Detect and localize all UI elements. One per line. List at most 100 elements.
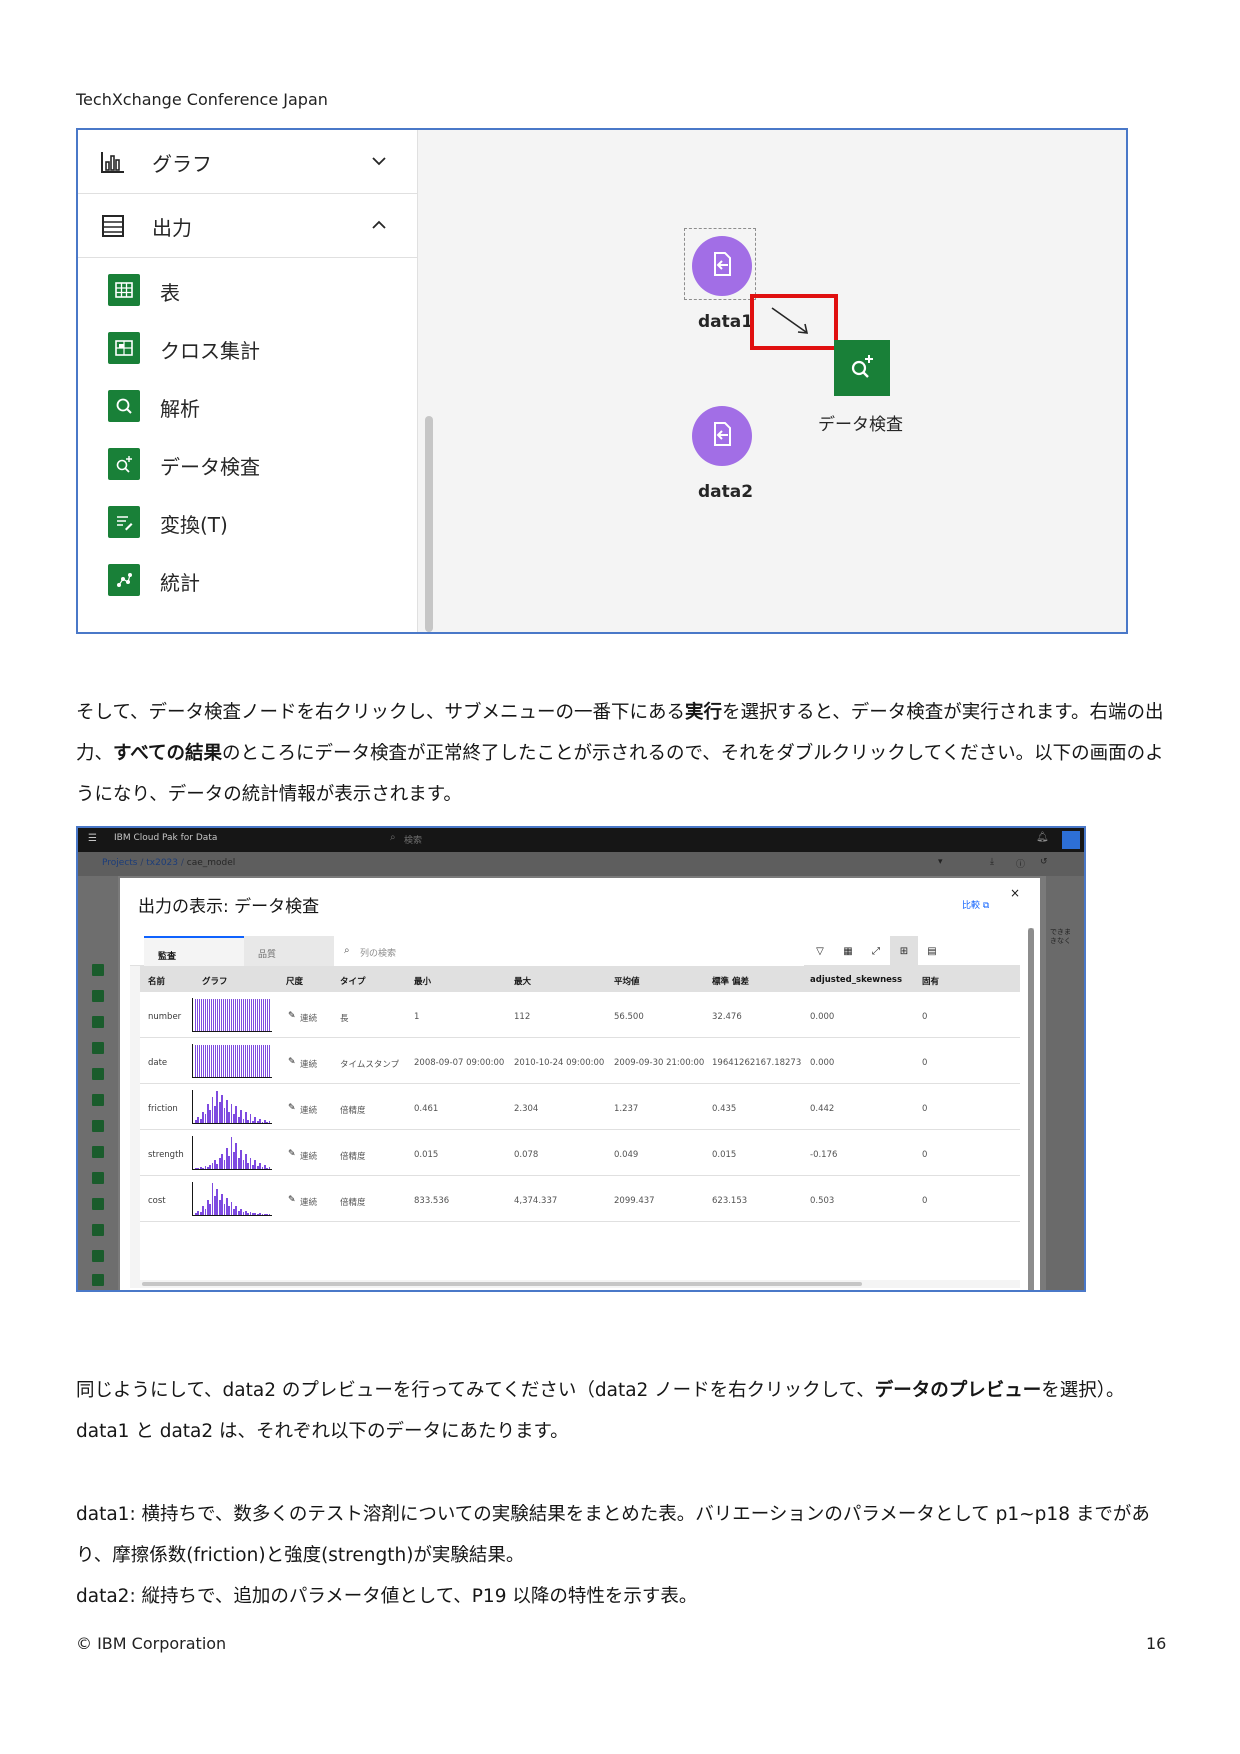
download-icon[interactable]: ⤓ xyxy=(990,857,994,867)
cell-unique: 0 xyxy=(922,1196,928,1206)
palette-category-graph[interactable]: グラフ xyxy=(78,130,418,194)
cell-unique: 0 xyxy=(922,1012,928,1022)
table-row[interactable]: date ✎ 連続 タイムスタンプ 2008-09-07 09:00:00 2010-10… xyxy=(140,1038,1020,1084)
cell-unique: 0 xyxy=(922,1058,928,1068)
palette-item-transform[interactable]: 変換(T) xyxy=(78,494,418,550)
data-audit-node[interactable] xyxy=(834,340,890,396)
compare-link[interactable]: 比較 ⧉ xyxy=(962,898,989,911)
histogram[interactable] xyxy=(192,1182,272,1216)
audit-panel: 監査 品質 ⌕ 列の検索 ▽ ▦ ⤢ ⊞ ▤ 名前 グラフ 尺度 タイプ 最小 xyxy=(130,936,1020,1288)
cell-std: 623.153 xyxy=(712,1196,748,1206)
text-run: を選択）。 xyxy=(1041,1380,1125,1401)
notification-icon[interactable]: 🔔︎ xyxy=(1036,832,1049,843)
history-icon[interactable]: ↺ xyxy=(1040,857,1048,867)
audit-table: 名前 グラフ 尺度 タイプ 最小 最大 平均値 標準 偏差 adjusted_s… xyxy=(140,966,1020,1288)
table-row[interactable]: friction ✎ 連続 倍精度 0.461 2.304 1.237 0.435 0.442 0 xyxy=(140,1084,1020,1130)
breadcrumb-link[interactable]: Projects xyxy=(102,858,137,868)
tab-quality[interactable]: 品質 xyxy=(244,936,334,966)
table-row[interactable]: number ✎ 連続 長 1 112 56.500 32.476 0.000 0 xyxy=(140,992,1020,1038)
node-palette: グラフ 出力 表 クロス集計 解析 データ検査 変換(T) 統計 xyxy=(78,130,418,632)
palette-item-label: 統計 xyxy=(160,571,200,595)
edit-icon[interactable]: ✎ xyxy=(288,1057,296,1067)
cell-mean: 0.049 xyxy=(614,1150,639,1160)
histogram[interactable] xyxy=(192,1090,272,1124)
histogram[interactable] xyxy=(192,1136,272,1170)
grid-view-icon[interactable]: ⊞ xyxy=(890,936,918,966)
column-header[interactable]: adjusted_skewness xyxy=(810,975,902,985)
toolbar-icon[interactable]: ▾ xyxy=(938,857,943,867)
output-fragment-line: きなく xyxy=(1050,937,1071,945)
data1-node[interactable] xyxy=(692,236,752,296)
bold-run: データのプレビュー xyxy=(874,1380,1042,1401)
cell-std: 32.476 xyxy=(712,1012,742,1022)
palette-item-label: 表 xyxy=(160,281,180,305)
column-header[interactable]: 名前 xyxy=(148,975,165,987)
palette-item-statistics[interactable]: 統計 xyxy=(78,552,418,608)
cell-std: 0.015 xyxy=(712,1150,737,1160)
palette-category-output[interactable]: 出力 xyxy=(78,194,418,258)
edit-icon[interactable]: ✎ xyxy=(288,1011,296,1021)
histogram[interactable] xyxy=(192,1044,272,1078)
edit-icon[interactable]: ✎ xyxy=(288,1195,296,1205)
data2-node[interactable] xyxy=(692,406,752,466)
palette-item-label: データ検査 xyxy=(160,455,260,479)
search-icon: ⌕ xyxy=(344,945,350,956)
list-icon xyxy=(100,214,126,238)
crosstab-icon xyxy=(108,332,140,364)
column-header[interactable]: 最大 xyxy=(514,975,531,987)
close-icon[interactable]: × xyxy=(1010,886,1020,900)
conference-name: TechXchange Conference Japan xyxy=(76,90,328,109)
cell-max: 4,374.337 xyxy=(514,1196,558,1206)
user-avatar[interactable] xyxy=(1062,831,1080,849)
table-row[interactable]: strength ✎ 連続 倍精度 0.015 0.078 0.049 0.015 -0.176… xyxy=(140,1130,1020,1176)
palette-scrollbar[interactable] xyxy=(422,130,436,632)
table-header: 名前 グラフ 尺度 タイプ 最小 最大 平均値 標準 偏差 adjusted_s… xyxy=(140,966,1020,992)
statistics-icon xyxy=(108,564,140,596)
column-search[interactable]: ⌕ 列の検索 xyxy=(334,936,804,966)
filter-icon[interactable]: ▽ xyxy=(806,936,834,966)
data-audit-icon xyxy=(847,351,877,385)
palette-item-table[interactable]: 表 xyxy=(78,262,418,318)
chevron-down-icon[interactable] xyxy=(370,152,388,170)
palette-item-data-audit[interactable]: データ検査 xyxy=(78,436,418,492)
transform-icon xyxy=(108,506,140,538)
detail-view-icon[interactable]: ▤ xyxy=(918,936,946,966)
field-name: strength xyxy=(148,1150,184,1160)
edit-icon[interactable]: ✎ xyxy=(288,1149,296,1159)
search-icon[interactable]: ⌕ xyxy=(390,832,396,843)
column-header[interactable]: グラフ xyxy=(202,975,228,987)
paragraph-preview: 同じようにして、data2 のプレビューを行ってみてください（data2 ノード… xyxy=(76,1370,1166,1452)
cell-std: 0.435 xyxy=(712,1104,737,1114)
column-header[interactable]: タイプ xyxy=(340,975,366,987)
histogram-bar xyxy=(269,1045,271,1077)
import-icon xyxy=(707,419,737,453)
flow-canvas[interactable]: data1 データ検査 data2 xyxy=(436,130,1126,632)
column-header[interactable]: 標準 偏差 xyxy=(712,975,749,987)
column-header[interactable]: 固有 xyxy=(922,975,939,987)
highlight-box xyxy=(750,294,838,350)
modal-scrollbar[interactable] xyxy=(1028,928,1034,1290)
table-icon xyxy=(108,274,140,306)
tab-audit[interactable]: 監査 xyxy=(144,936,244,966)
data2-node-label: data2 xyxy=(698,482,754,502)
palette-item-analysis[interactable]: 解析 xyxy=(78,378,418,434)
column-header[interactable]: 最小 xyxy=(414,975,431,987)
edit-icon[interactable]: ✎ xyxy=(288,1103,296,1113)
column-header[interactable]: 尺度 xyxy=(286,975,303,987)
menu-icon[interactable]: ☰ xyxy=(88,833,97,844)
table-row[interactable]: cost ✎ 連続 倍精度 833.536 4,374.337 2099.437 623.15… xyxy=(140,1176,1020,1222)
table-hscrollbar[interactable] xyxy=(140,1280,1020,1288)
palette-item-crosstab[interactable]: クロス集計 xyxy=(78,320,418,376)
info-icon[interactable]: ⓘ xyxy=(1016,857,1025,870)
chevron-up-icon[interactable] xyxy=(370,216,388,234)
column-header[interactable]: 平均値 xyxy=(614,975,640,987)
histogram[interactable] xyxy=(192,998,272,1032)
palette-item-label: 解析 xyxy=(160,397,200,421)
cell-min: 2008-09-07 09:00:00 xyxy=(414,1058,505,1068)
cell-type: 長 xyxy=(340,1014,349,1024)
global-search[interactable]: 検索 xyxy=(404,833,422,846)
text-run: data1 と data2 は、それぞれ以下のデータにあたります。 xyxy=(76,1421,569,1442)
expand-icon[interactable]: ⤢ xyxy=(862,936,890,966)
breadcrumb-link[interactable]: tx2023 xyxy=(146,858,178,868)
chart-toggle-icon[interactable]: ▦ xyxy=(834,936,862,966)
